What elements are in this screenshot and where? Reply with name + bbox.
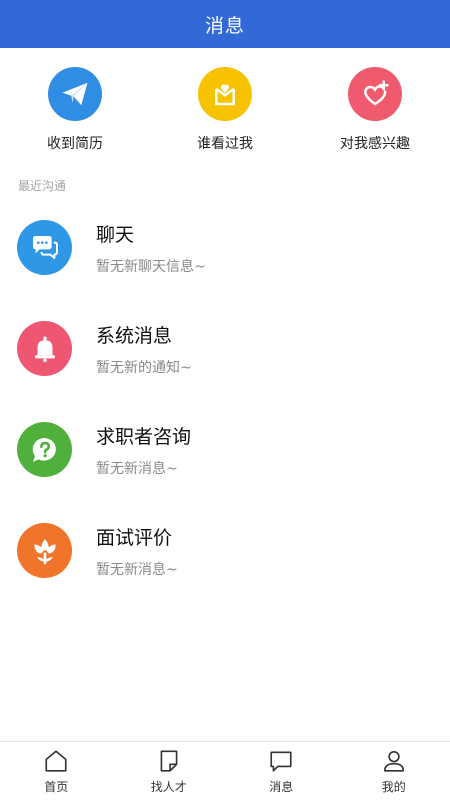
conversation-subtitle: 暂无新的通知~ (96, 359, 192, 376)
document-icon (160, 749, 178, 772)
quick-actions: 收到简历 谁看过我 对我感兴趣 (0, 48, 450, 160)
quick-action-resumes[interactable]: 收到简历 (0, 67, 150, 153)
question-bubble-icon (17, 422, 72, 477)
page-title: 消息 (204, 14, 245, 37)
quick-action-viewers[interactable]: 谁看过我 (150, 67, 300, 153)
list-item-candidate-inquiries[interactable]: 求职者咨询 暂无新消息~ (0, 399, 450, 500)
conversation-title: 面试评价 (96, 526, 173, 549)
tab-home[interactable]: 首页 (0, 748, 112, 795)
home-icon (45, 749, 67, 772)
bottom-tab-bar: 首页 找人才 消息 我的 (0, 741, 450, 800)
tab-mine[interactable]: 我的 (338, 748, 450, 795)
conversation-subtitle: 暂无新消息~ (96, 561, 178, 578)
heart-plus-icon (348, 67, 402, 121)
tab-label: 首页 (44, 779, 69, 794)
conversation-title: 聊天 (96, 223, 135, 246)
conversation-subtitle: 暂无新消息~ (96, 460, 178, 477)
bell-icon (17, 321, 72, 376)
list-item-interview-reviews[interactable]: 面试评价 暂无新消息~ (0, 500, 450, 601)
chat-bubbles-icon (17, 220, 72, 275)
tab-find-talent[interactable]: 找人才 (113, 748, 225, 795)
paper-plane-icon (48, 67, 102, 121)
flower-icon (17, 523, 72, 578)
tab-label: 消息 (269, 779, 294, 794)
quick-action-label: 对我感兴趣 (340, 136, 410, 152)
tab-label: 我的 (381, 779, 406, 794)
conversation-list: 聊天 暂无新聊天信息~ 系统消息 暂无新的通知~ 求职者咨询 暂无新消息~ 面试… (0, 197, 450, 601)
conversation-subtitle: 暂无新聊天信息~ (96, 258, 206, 275)
tab-label: 找人才 (150, 779, 187, 794)
conversation-title: 系统消息 (96, 324, 173, 347)
tab-messages[interactable]: 消息 (225, 748, 337, 795)
list-item-chat[interactable]: 聊天 暂无新聊天信息~ (0, 197, 450, 298)
user-icon (383, 750, 404, 772)
message-icon (270, 751, 292, 772)
conversation-title: 求职者咨询 (96, 425, 192, 448)
quick-action-label: 谁看过我 (197, 136, 253, 152)
list-item-system-messages[interactable]: 系统消息 暂无新的通知~ (0, 298, 450, 399)
envelope-heart-icon (198, 67, 252, 121)
section-title: 最近沟通 (18, 179, 67, 193)
app-header: 消息 (0, 0, 450, 48)
quick-action-label: 收到简历 (47, 136, 103, 152)
quick-action-interested[interactable]: 对我感兴趣 (300, 67, 450, 153)
